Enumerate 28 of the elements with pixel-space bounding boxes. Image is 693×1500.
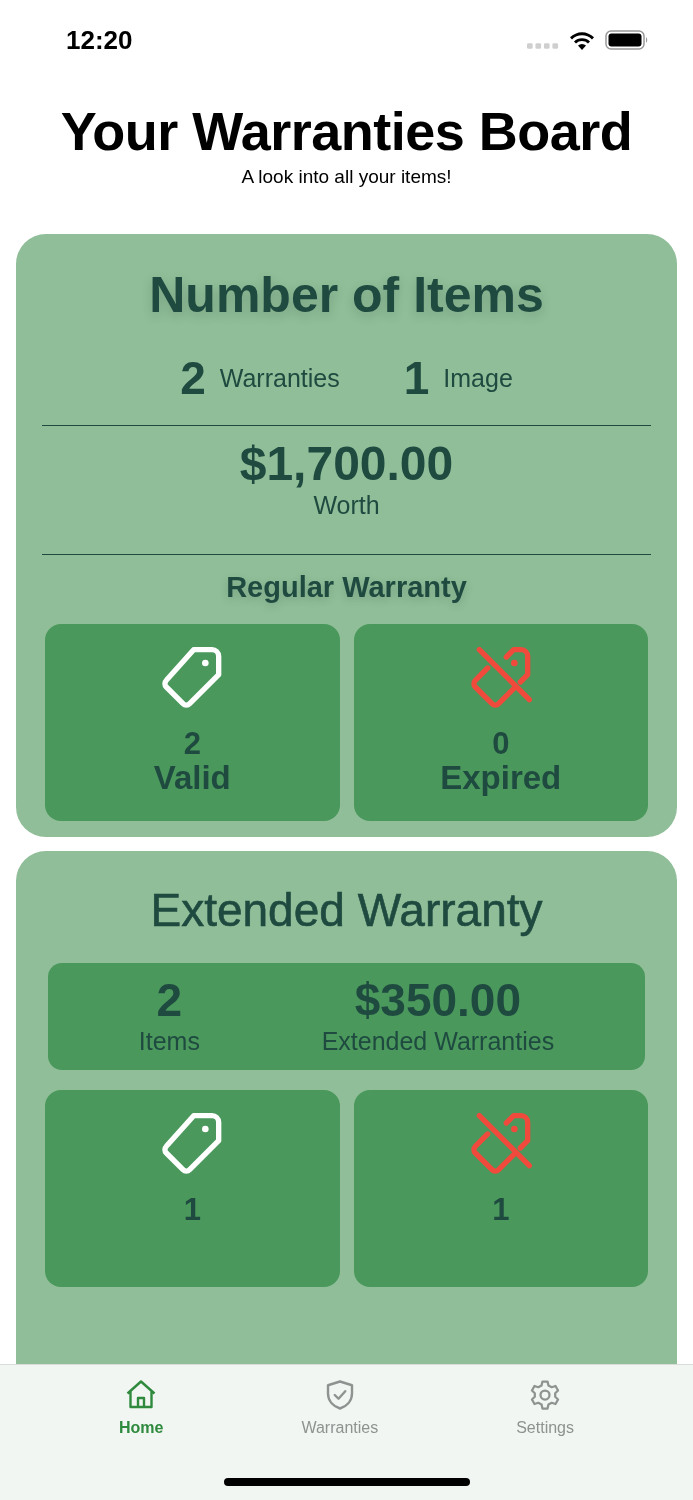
stat-label: Valid [153, 760, 231, 797]
stat-value: 1 [492, 1194, 510, 1227]
total-value: 2 [156, 977, 183, 1024]
tab[interactable]: Settings [512, 1377, 578, 1437]
stat-value: 1 [183, 1194, 201, 1227]
stat-label: Expired [440, 760, 562, 797]
stat-value: 0 [492, 727, 510, 761]
total-label: Items [138, 1027, 200, 1057]
stat-value: 2 [183, 727, 201, 761]
wifi-icon [569, 30, 595, 50]
count-value: 1 [403, 351, 430, 405]
total-value: $350.00 [354, 977, 522, 1024]
card-title: Extended Warranty [149, 884, 544, 936]
tab[interactable]: Warranties [297, 1377, 383, 1437]
tab[interactable]: Home [115, 1377, 168, 1437]
worth-label: Worth [313, 490, 380, 520]
battery-icon [605, 30, 649, 50]
page-subtitle: A look into all your items! [240, 166, 453, 188]
section-title: Regular Warranty [225, 570, 468, 604]
count-label: Warranties [219, 363, 340, 393]
page-title: Your Warranties Board [59, 104, 634, 158]
count-value: 2 [180, 351, 206, 405]
card-title: Number of Items [148, 268, 545, 323]
count-label: Image [443, 363, 513, 393]
status-time: 12:20 [66, 24, 133, 56]
signal-icon [527, 42, 559, 50]
total-label: Extended Warranties [321, 1027, 555, 1057]
worth-value: $1,700.00 [239, 438, 454, 491]
